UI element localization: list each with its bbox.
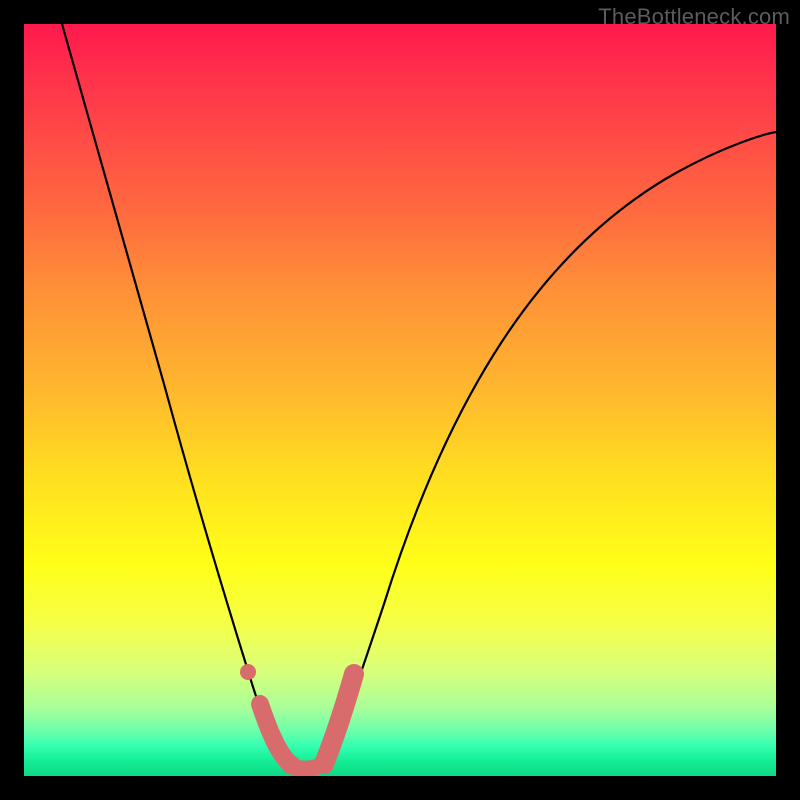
bottleneck-curve-svg [24, 24, 776, 776]
chart-plot-area [24, 24, 776, 776]
bead-right-segment [324, 674, 354, 764]
highlight-beads [240, 664, 354, 769]
bead-dot [240, 664, 256, 680]
bottleneck-curve-path [62, 24, 776, 768]
watermark-text: TheBottleneck.com [598, 4, 790, 30]
bead-left-segment [260, 704, 292, 765]
